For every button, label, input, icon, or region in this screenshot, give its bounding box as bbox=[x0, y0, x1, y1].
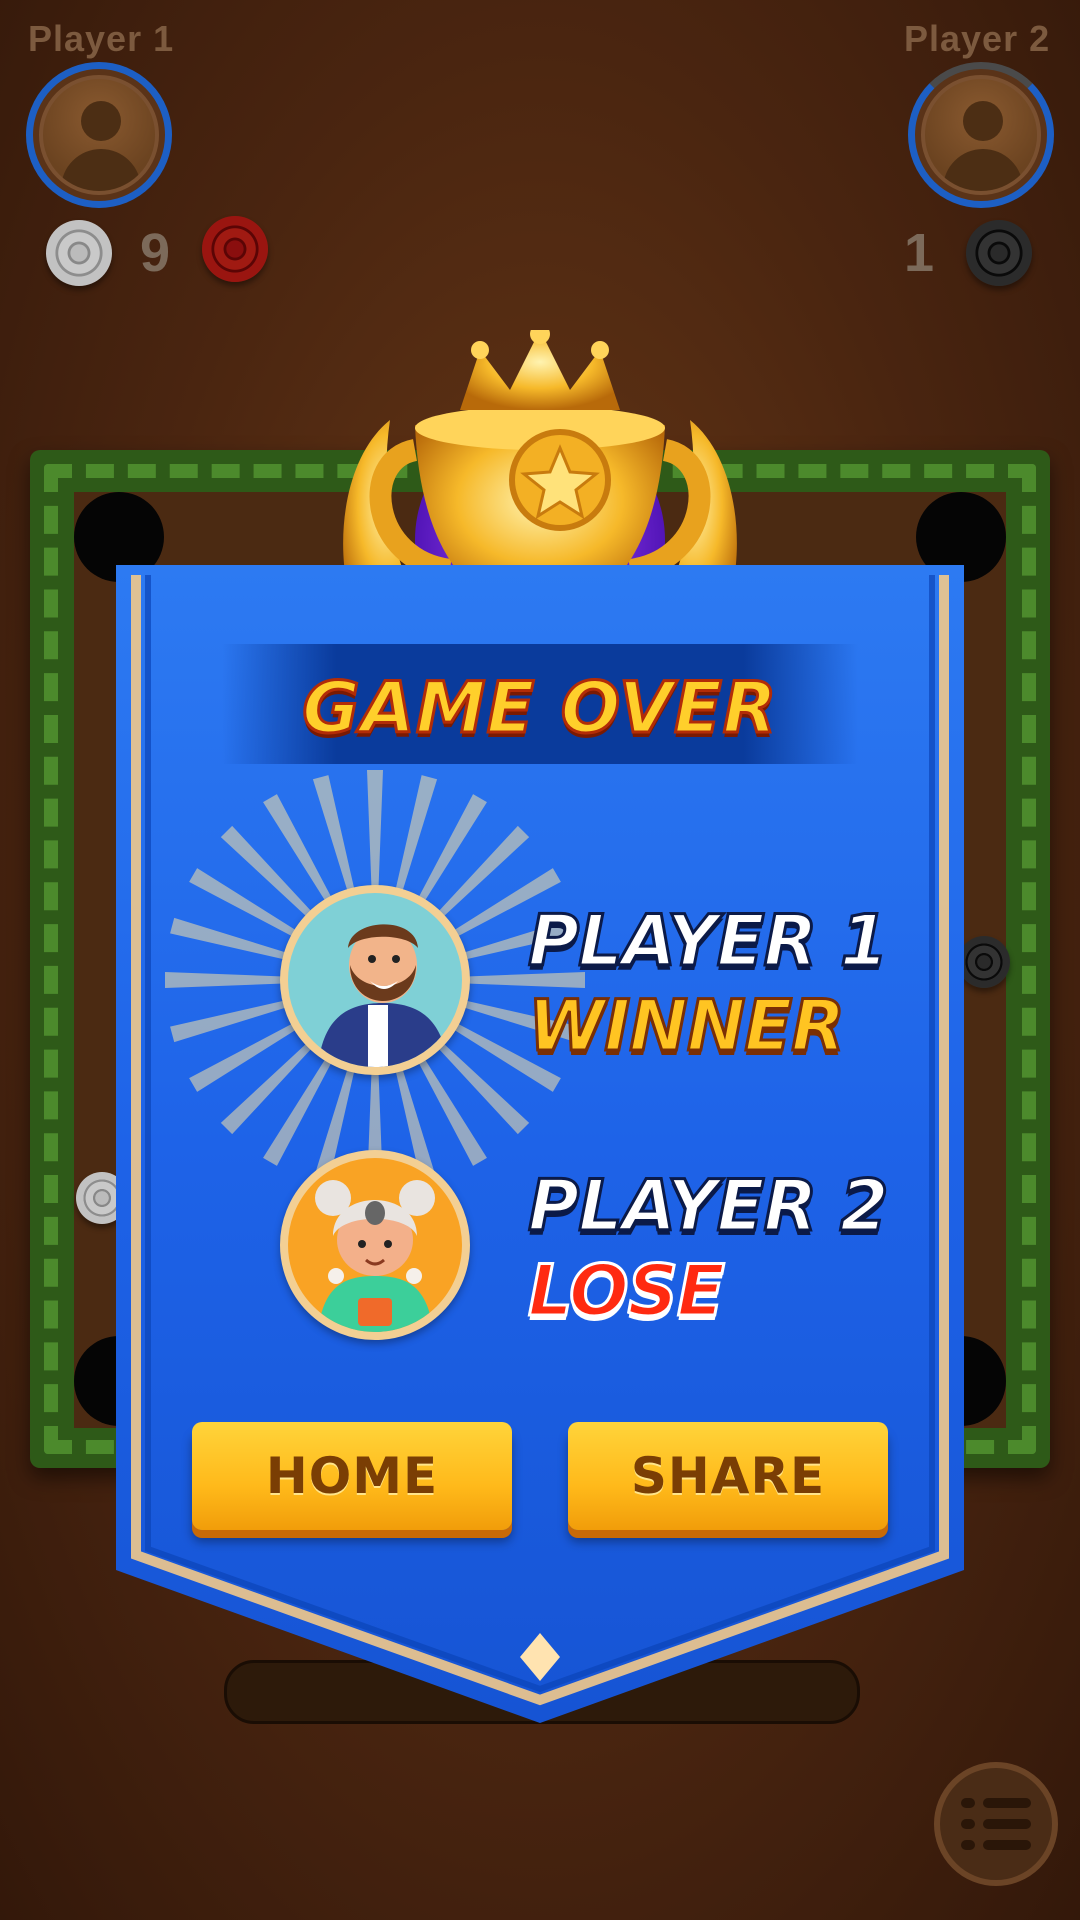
menu-button[interactable] bbox=[934, 1762, 1058, 1886]
player2-name: Player 2 bbox=[904, 18, 1051, 59]
board-coin-black bbox=[958, 936, 1010, 988]
player1-portrait bbox=[280, 885, 470, 1075]
menu-list-icon bbox=[961, 1794, 1031, 1854]
avatar-icon bbox=[921, 75, 1041, 195]
black-coin-icon bbox=[966, 220, 1032, 286]
player2-score: 1 bbox=[904, 223, 935, 283]
game-over-title: GAME OVER bbox=[301, 666, 778, 751]
share-button[interactable]: SHARE bbox=[568, 1422, 888, 1530]
player1-result-status: WINNER bbox=[526, 984, 846, 1069]
white-coin-icon bbox=[46, 220, 112, 286]
player2-result-status: LOSE bbox=[527, 1249, 727, 1334]
player2-portrait bbox=[280, 1150, 470, 1340]
red-queen-coin-icon bbox=[202, 216, 268, 282]
player1-avatar[interactable] bbox=[26, 62, 172, 208]
bearded-man-avatar-icon bbox=[318, 924, 448, 1067]
player1-result-name: PLAYER 1 bbox=[527, 899, 891, 984]
avatar-icon bbox=[39, 75, 159, 195]
player2-result-name: PLAYER 2 bbox=[527, 1164, 891, 1249]
koala-hat-kid-avatar-icon bbox=[315, 1180, 435, 1332]
player1-score: 9 bbox=[140, 223, 171, 283]
player1-name: Player 1 bbox=[28, 18, 175, 59]
player2-avatar[interactable] bbox=[908, 62, 1054, 208]
home-button[interactable]: HOME bbox=[192, 1422, 512, 1530]
